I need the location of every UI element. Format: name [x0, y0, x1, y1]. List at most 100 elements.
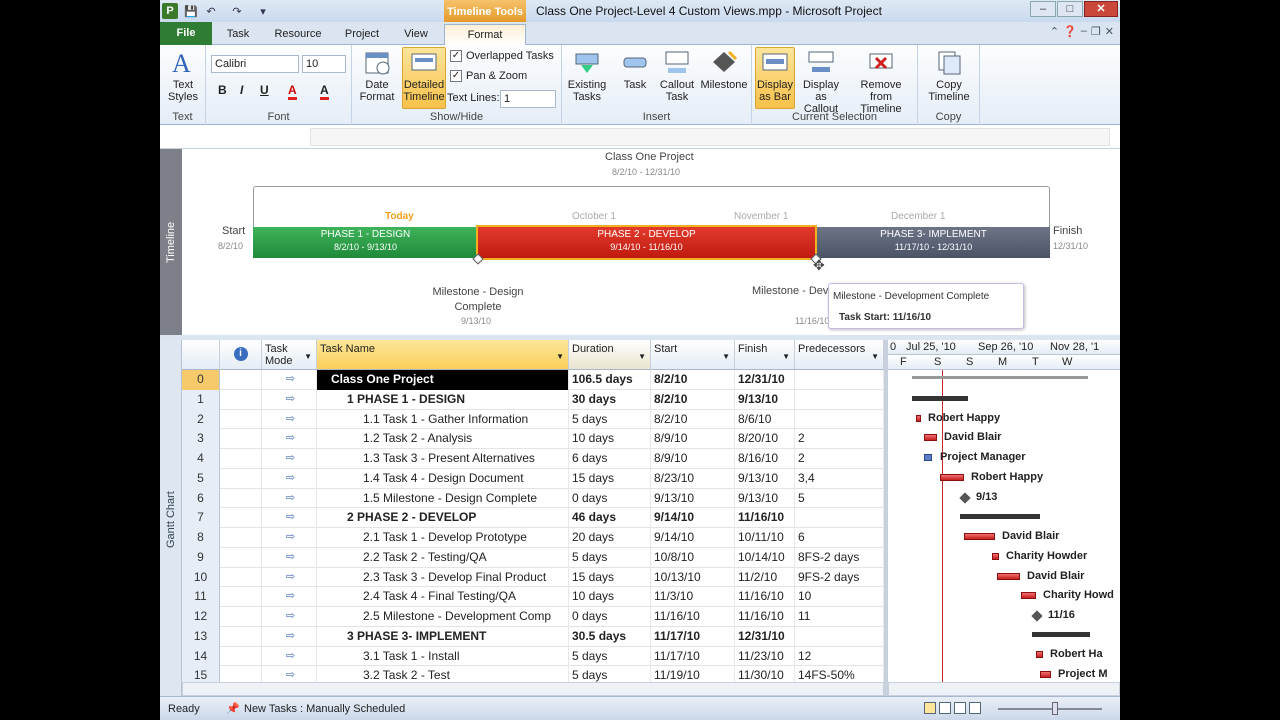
- task-name-cell[interactable]: 1.3 Task 3 - Present Alternatives: [317, 449, 569, 469]
- remove-from-timeline-button[interactable]: Remove from Timeline: [848, 48, 914, 115]
- predecessors-cell[interactable]: [795, 389, 884, 410]
- detailed-timeline-button[interactable]: Detailed Timeline: [402, 47, 446, 109]
- duration-cell[interactable]: 10 days: [569, 587, 651, 607]
- row-indicator[interactable]: [220, 488, 262, 509]
- table-horizontal-scrollbar[interactable]: [182, 682, 884, 696]
- task-name-cell[interactable]: 2.1 Task 1 - Develop Prototype: [317, 528, 569, 548]
- predecessors-cell[interactable]: 14FS-50%: [795, 666, 884, 682]
- dropdown-arrow-icon[interactable]: ▼: [871, 352, 879, 361]
- task-bar[interactable]: [1036, 651, 1043, 658]
- task-name-cell[interactable]: 1.5 Milestone - Design Complete: [317, 488, 569, 509]
- start-cell[interactable]: 11/17/10: [651, 626, 735, 647]
- display-as-bar-button[interactable]: Display as Bar: [755, 47, 795, 109]
- table-row[interactable]: 7 ⇨ 2 PHASE 2 - DEVELOP 46 days 9/14/10 11/16…: [182, 508, 884, 528]
- minimize-ribbon-icon[interactable]: ⌃: [1050, 25, 1059, 38]
- table-row[interactable]: 6 ⇨ 1.5 Milestone - Design Complete 0 days 9…: [182, 488, 884, 509]
- copy-timeline-button[interactable]: Copy Timeline: [922, 48, 976, 103]
- row-id[interactable]: 1: [182, 389, 220, 410]
- row-id[interactable]: 0: [182, 370, 220, 390]
- duration-cell[interactable]: 0 days: [569, 607, 651, 627]
- predecessors-cell[interactable]: 2: [795, 449, 884, 469]
- duration-cell[interactable]: 6 days: [569, 449, 651, 469]
- tab-file[interactable]: File: [160, 22, 212, 45]
- start-cell[interactable]: 9/14/10: [651, 528, 735, 548]
- row-id[interactable]: 2: [182, 409, 220, 430]
- row-indicator[interactable]: [220, 389, 262, 410]
- duration-cell[interactable]: 30 days: [569, 389, 651, 410]
- row-indicator[interactable]: [220, 666, 262, 682]
- resource-sheet-icon[interactable]: [969, 702, 981, 714]
- task-bar[interactable]: [940, 474, 964, 481]
- task-mode-icon[interactable]: ⇨: [262, 587, 317, 607]
- table-row[interactable]: 13 ⇨ 3 PHASE 3- IMPLEMENT 30.5 days 11/17/10…: [182, 626, 884, 647]
- row-id[interactable]: 7: [182, 508, 220, 528]
- summary-bar[interactable]: [960, 514, 1040, 519]
- predecessors-cell[interactable]: 5: [795, 488, 884, 509]
- finish-cell[interactable]: 10/14/10: [735, 547, 795, 568]
- row-indicator[interactable]: [220, 429, 262, 449]
- start-cell[interactable]: 8/2/10: [651, 370, 735, 390]
- predecessors-cell[interactable]: 9FS-2 days: [795, 567, 884, 588]
- tab-format[interactable]: Format: [444, 24, 526, 46]
- column-header-predecessors[interactable]: Predecessors ▼: [795, 340, 884, 370]
- timeline-side-tab[interactable]: Timeline: [160, 149, 182, 335]
- italic-button[interactable]: I: [240, 83, 243, 97]
- duration-cell[interactable]: 46 days: [569, 508, 651, 528]
- table-row[interactable]: 2 ⇨ 1.1 Task 1 - Gather Information 5 days 8…: [182, 409, 884, 430]
- insert-task-button[interactable]: Task: [617, 48, 653, 91]
- row-indicator[interactable]: [220, 508, 262, 528]
- task-bar[interactable]: [997, 573, 1020, 580]
- finish-cell[interactable]: 12/31/10: [735, 626, 795, 647]
- start-cell[interactable]: 8/2/10: [651, 409, 735, 430]
- table-row[interactable]: 4 ⇨ 1.3 Task 3 - Present Alternatives 6 day…: [182, 449, 884, 469]
- column-header-task-name[interactable]: Task Name ▼: [317, 340, 569, 370]
- task-mode-icon[interactable]: ⇨: [262, 409, 317, 430]
- finish-cell[interactable]: 11/30/10: [735, 666, 795, 682]
- predecessors-cell[interactable]: [795, 409, 884, 430]
- task-mode-icon[interactable]: ⇨: [262, 646, 317, 667]
- task-bar[interactable]: [992, 553, 999, 560]
- pan-zoom-checkbox[interactable]: ✓ Pan & Zoom: [450, 70, 527, 82]
- task-mode-icon[interactable]: ⇨: [262, 547, 317, 568]
- font-size-dropdown[interactable]: 10: [302, 55, 346, 73]
- bold-button[interactable]: B: [218, 83, 227, 97]
- task-mode-icon[interactable]: ⇨: [262, 449, 317, 469]
- table-row[interactable]: 1 ⇨ 1 PHASE 1 - DESIGN 30 days 8/2/10 9/13/10: [182, 389, 884, 410]
- table-row[interactable]: 5 ⇨ 1.4 Task 4 - Design Document 15 days 8/2…: [182, 468, 884, 489]
- task-bar[interactable]: [964, 533, 995, 540]
- table-row[interactable]: 14 ⇨ 3.1 Task 1 - Install 5 days 11/17/10 11/…: [182, 646, 884, 667]
- task-mode-icon[interactable]: ⇨: [262, 528, 317, 548]
- start-cell[interactable]: 9/14/10: [651, 508, 735, 528]
- font-color-button[interactable]: A: [320, 83, 329, 100]
- finish-cell[interactable]: 8/20/10: [735, 429, 795, 449]
- project-summary-bar[interactable]: [912, 376, 1088, 379]
- gantt-side-tab[interactable]: Gantt Chart: [160, 340, 182, 696]
- task-mode-icon[interactable]: ⇨: [262, 508, 317, 528]
- row-id[interactable]: 3: [182, 429, 220, 449]
- row-indicator[interactable]: [220, 409, 262, 430]
- task-mode-icon[interactable]: ⇨: [262, 567, 317, 588]
- start-cell[interactable]: 9/13/10: [651, 488, 735, 509]
- task-bar[interactable]: [924, 454, 932, 461]
- task-name-cell[interactable]: 1.1 Task 1 - Gather Information: [317, 409, 569, 430]
- text-styles-button[interactable]: A Text Styles: [163, 48, 203, 103]
- row-id[interactable]: 12: [182, 607, 220, 627]
- tab-resource[interactable]: Resource: [270, 24, 326, 45]
- task-mode-icon[interactable]: ⇨: [262, 607, 317, 627]
- finish-cell[interactable]: 11/16/10: [735, 607, 795, 627]
- predecessors-cell[interactable]: 12: [795, 646, 884, 667]
- duration-cell[interactable]: 0 days: [569, 488, 651, 509]
- task-name-cell[interactable]: 3.2 Task 2 - Test: [317, 666, 569, 682]
- row-id[interactable]: 11: [182, 587, 220, 607]
- redo-icon[interactable]: ↷: [230, 3, 244, 19]
- timeline-phase-bar[interactable]: PHASE 3- IMPLEMENT 11/17/10 - 12/31/10: [817, 227, 1050, 258]
- text-lines-dropdown[interactable]: 1: [500, 90, 556, 108]
- task-bar[interactable]: [916, 415, 921, 422]
- zoom-slider[interactable]: [998, 708, 1102, 710]
- chart-horizontal-scrollbar[interactable]: [888, 682, 1120, 696]
- task-name-cell[interactable]: 1 PHASE 1 - DESIGN: [317, 389, 569, 410]
- task-bar[interactable]: [924, 434, 937, 441]
- table-row[interactable]: 9 ⇨ 2.2 Task 2 - Testing/QA 5 days 10/8/10 10…: [182, 547, 884, 568]
- row-id[interactable]: 4: [182, 449, 220, 469]
- predecessors-cell[interactable]: 10: [795, 587, 884, 607]
